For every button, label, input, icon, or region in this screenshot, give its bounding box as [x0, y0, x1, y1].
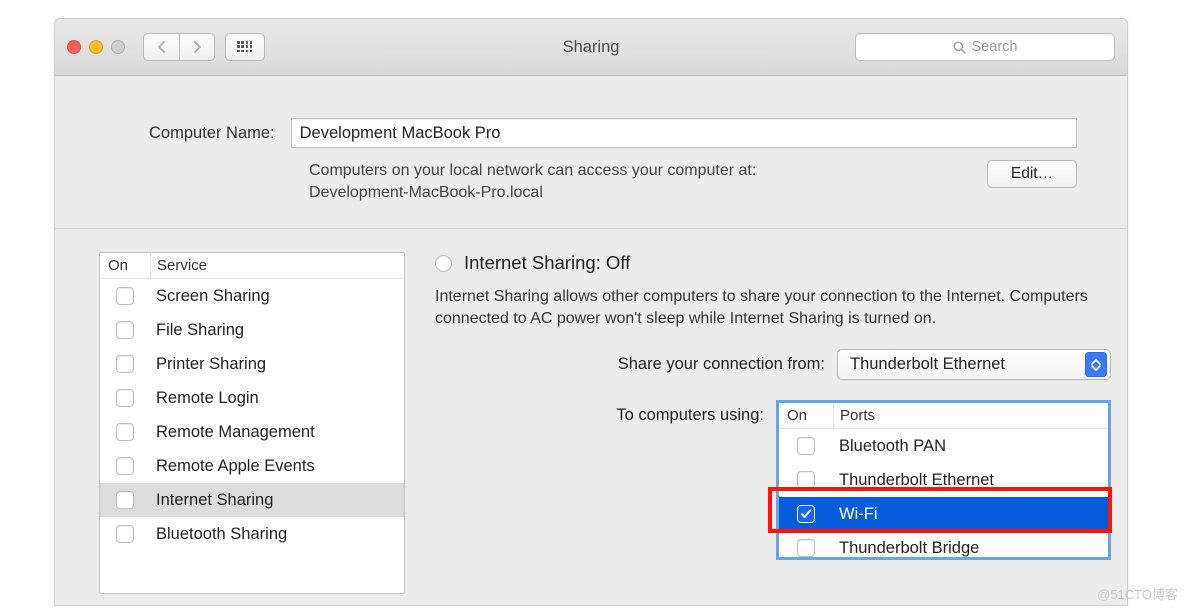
service-checkbox[interactable]	[116, 457, 134, 475]
nav-buttons	[143, 33, 215, 61]
ports-col-name: Ports	[833, 403, 1108, 428]
service-name: Bluetooth Sharing	[150, 525, 287, 544]
search-icon	[953, 41, 966, 54]
port-name: Bluetooth PAN	[833, 437, 946, 456]
chevron-right-icon	[192, 41, 202, 53]
ports-container: On Ports Bluetooth PAN Thunderbolt Ethern…	[776, 400, 1111, 560]
services-list[interactable]: On Service Screen Sharing File Sharing Pri…	[99, 252, 405, 594]
chevron-left-icon	[157, 41, 167, 53]
forward-button[interactable]	[179, 33, 215, 61]
service-checkbox[interactable]	[116, 287, 134, 305]
service-row[interactable]: Printer Sharing	[100, 347, 404, 381]
port-checkbox[interactable]	[797, 437, 815, 455]
port-checkbox[interactable]	[797, 539, 815, 557]
status-description: Internet Sharing allows other computers …	[435, 286, 1111, 329]
port-row[interactable]: Wi-Fi	[779, 497, 1108, 531]
preferences-window: Sharing Search Computer Name: Computers …	[54, 18, 1128, 606]
service-row[interactable]: Remote Management	[100, 415, 404, 449]
service-row[interactable]: File Sharing	[100, 313, 404, 347]
service-name: Remote Apple Events	[150, 457, 315, 476]
port-row[interactable]: Bluetooth PAN	[779, 429, 1108, 463]
share-from-row: Share your connection from: Thunderbolt …	[435, 349, 1111, 380]
status-row: Internet Sharing: Off	[435, 252, 1111, 274]
port-checkbox[interactable]	[797, 505, 815, 523]
port-row[interactable]: Thunderbolt Bridge	[779, 531, 1108, 560]
computer-name-info: Computers on your local network can acce…	[309, 160, 987, 203]
port-name: Wi-Fi	[833, 505, 877, 524]
computer-name-row: Computer Name:	[149, 118, 1077, 148]
divider	[55, 228, 1127, 229]
computer-name-label: Computer Name:	[149, 124, 275, 143]
service-name: Internet Sharing	[150, 491, 273, 510]
popup-stepper-icon	[1085, 352, 1107, 377]
share-from-value: Thunderbolt Ethernet	[850, 355, 1085, 374]
search-field[interactable]: Search	[855, 33, 1115, 61]
services-col-service: Service	[150, 253, 404, 278]
service-checkbox[interactable]	[116, 525, 134, 543]
back-button[interactable]	[143, 33, 179, 61]
watermark: @51CTO博客	[1097, 584, 1178, 603]
service-row[interactable]: Screen Sharing	[100, 279, 404, 313]
computer-name-input[interactable]	[291, 118, 1077, 148]
ports-header: On Ports	[779, 403, 1108, 429]
to-computers-label: To computers using:	[616, 406, 764, 425]
share-from-popup[interactable]: Thunderbolt Ethernet	[837, 349, 1111, 380]
port-name: Thunderbolt Bridge	[833, 539, 979, 558]
computer-name-info-row: Computers on your local network can acce…	[309, 160, 1077, 203]
search-placeholder: Search	[972, 39, 1018, 55]
ports-list[interactable]: On Ports Bluetooth PAN Thunderbolt Ethern…	[776, 400, 1111, 560]
service-checkbox[interactable]	[116, 355, 134, 373]
minimize-window-button[interactable]	[89, 40, 103, 54]
service-name: Screen Sharing	[150, 287, 270, 306]
service-row[interactable]: Bluetooth Sharing	[100, 517, 404, 551]
status-indicator	[435, 255, 452, 272]
to-computers-row: To computers using: On Ports Bluetooth P…	[435, 400, 1111, 560]
service-row[interactable]: Remote Apple Events	[100, 449, 404, 483]
service-detail: Internet Sharing: Off Internet Sharing a…	[435, 252, 1111, 560]
port-name: Thunderbolt Ethernet	[833, 471, 994, 490]
service-checkbox[interactable]	[116, 321, 134, 339]
service-name: Remote Login	[150, 389, 259, 408]
port-row[interactable]: Thunderbolt Ethernet	[779, 463, 1108, 497]
content: Computer Name: Computers on your local n…	[55, 76, 1127, 605]
zoom-window-button[interactable]	[111, 40, 125, 54]
window-controls	[67, 40, 125, 54]
service-name: Printer Sharing	[150, 355, 266, 374]
service-checkbox[interactable]	[116, 491, 134, 509]
service-row[interactable]: Remote Login	[100, 381, 404, 415]
status-title: Internet Sharing: Off	[464, 252, 630, 274]
close-window-button[interactable]	[67, 40, 81, 54]
grid-icon	[237, 41, 253, 53]
show-all-button[interactable]	[225, 33, 265, 61]
ports-col-on: On	[779, 403, 833, 428]
titlebar: Sharing Search	[55, 19, 1127, 76]
service-checkbox[interactable]	[116, 389, 134, 407]
service-name: File Sharing	[150, 321, 244, 340]
service-checkbox[interactable]	[116, 423, 134, 441]
services-col-on: On	[100, 253, 150, 278]
service-row[interactable]: Internet Sharing	[100, 483, 404, 517]
service-name: Remote Management	[150, 423, 315, 442]
services-header: On Service	[100, 253, 404, 279]
share-from-label: Share your connection from:	[618, 355, 825, 374]
port-checkbox[interactable]	[797, 471, 815, 489]
edit-button[interactable]: Edit…	[987, 160, 1077, 188]
